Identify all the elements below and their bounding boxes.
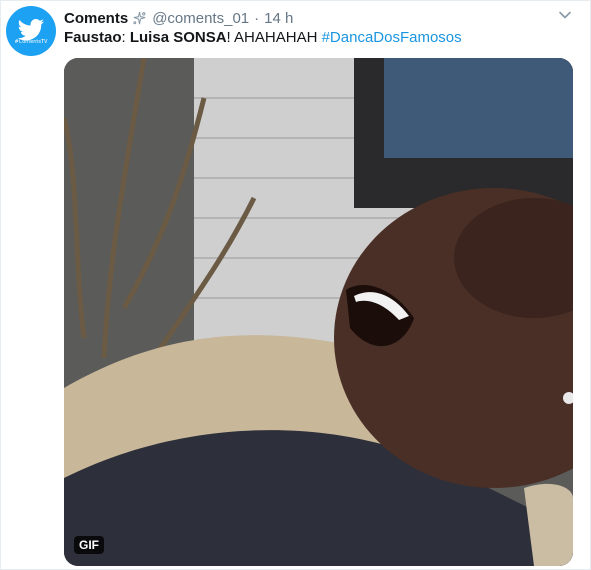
author-handle[interactable]: @coments_01 (152, 10, 249, 27)
text-colon: : (121, 29, 130, 46)
avatar[interactable]: #ComentsTV (6, 6, 56, 56)
hashtag-link[interactable]: #DancaDosFamosos (322, 29, 462, 46)
gif-frame-image (64, 58, 573, 566)
twitter-bird-icon (17, 19, 44, 41)
avatar-label: #ComentsTV (14, 39, 48, 45)
tweet-text: Faustao: Luisa SONSA! AHAHAHAH #DancaDos… (64, 29, 462, 46)
sparkle-badge-icon (133, 11, 146, 24)
tweet-header: Coments @coments_01 · 14 h (64, 8, 293, 28)
separator-dot: · (254, 9, 260, 27)
text-bold-luisa: Luisa SONSA (129, 29, 227, 46)
text-bold-faustao: Faustao (64, 29, 122, 46)
gif-badge: GIF (74, 536, 104, 554)
chevron-down-icon[interactable] (558, 8, 572, 22)
text-laugh: ! AHAHAHAH (226, 29, 322, 46)
gif-media[interactable]: GIF (64, 58, 573, 566)
tweet-time[interactable]: 14 h (264, 10, 293, 27)
tweet-card[interactable]: #ComentsTV Coments @coments_01 · 14 h Fa… (0, 0, 591, 570)
author-name[interactable]: Coments (64, 10, 128, 27)
